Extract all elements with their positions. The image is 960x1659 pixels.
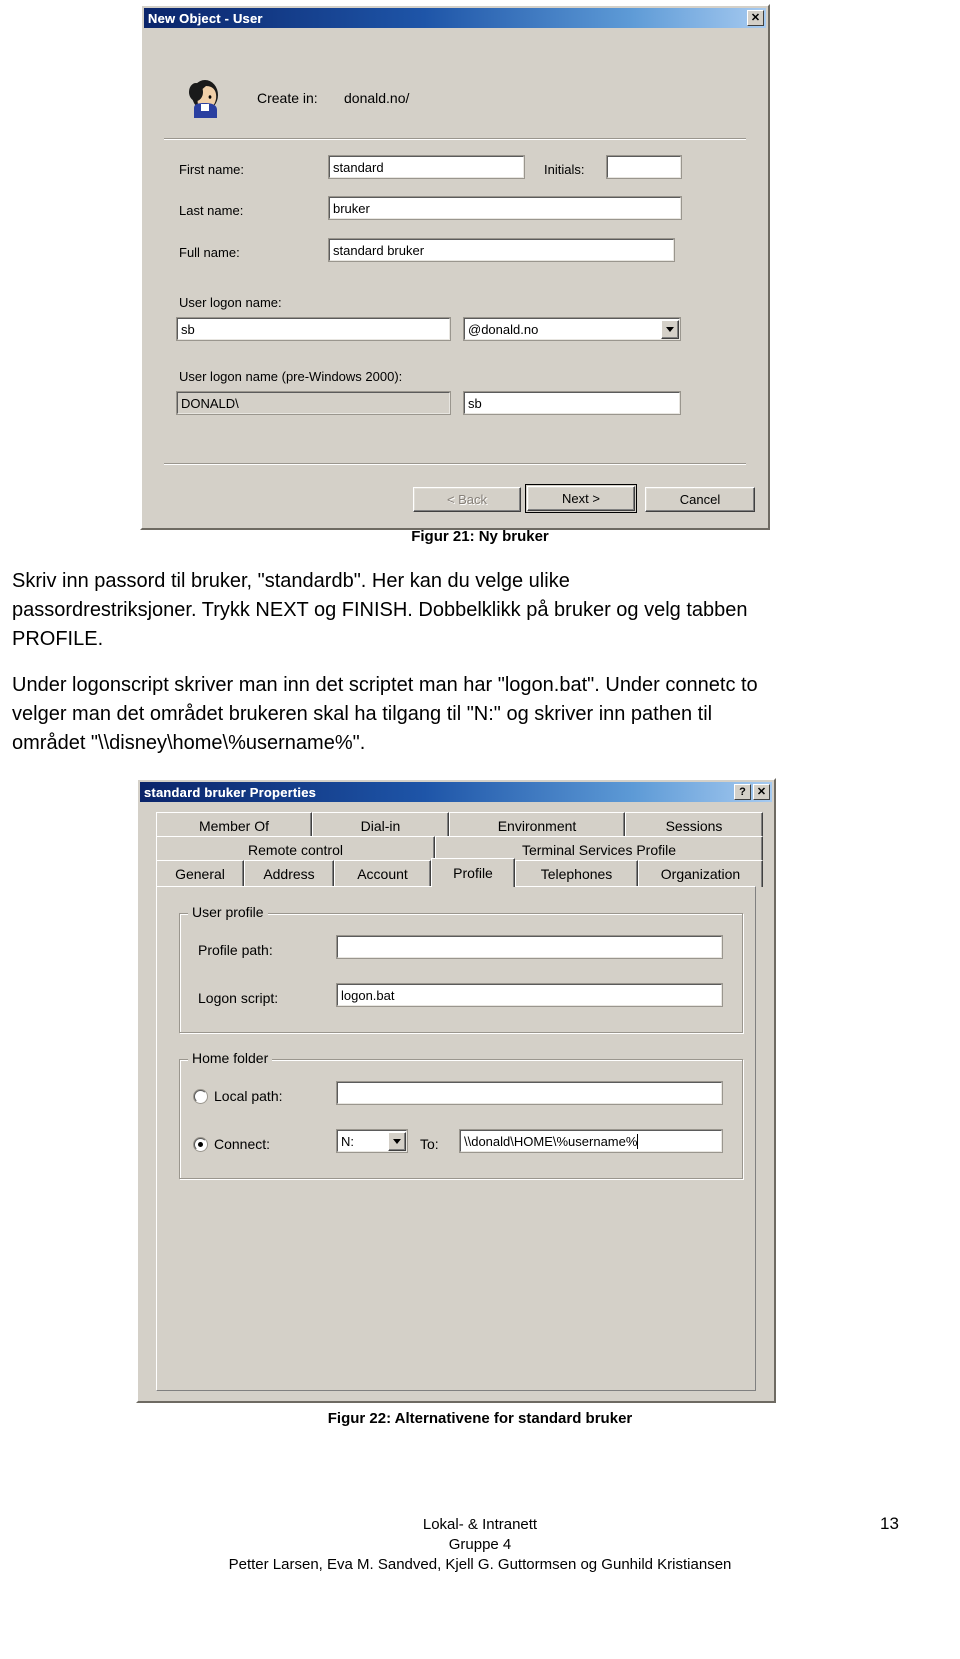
profile-tab-panel: User profile Profile path: Logon script:… (156, 886, 756, 1391)
connect-drive-value: N: (341, 1134, 354, 1149)
connect-drive-combo[interactable]: N: (336, 1129, 408, 1153)
radio-connect-icon[interactable] (194, 1137, 207, 1151)
fig1-title: New Object - User (148, 10, 263, 26)
paragraph1-line1: Skriv inn passord til bruker, "standardb… (12, 570, 570, 592)
divider-top (164, 138, 746, 140)
home-folder-to-input[interactable]: \\donald\HOME\%username% (459, 1129, 723, 1153)
last-name-label: Last name: (179, 203, 244, 218)
tab-address[interactable]: Address (244, 860, 334, 887)
user-profile-group: User profile Profile path: Logon script:… (179, 904, 743, 1033)
page-number: 13 (880, 1514, 899, 1533)
to-label: To: (420, 1136, 439, 1152)
tab-dial-in[interactable]: Dial-in (312, 812, 449, 839)
first-name-input[interactable]: standard (328, 155, 525, 179)
user-logon-name-input[interactable]: sb (176, 317, 451, 341)
full-name-input[interactable]: standard bruker (328, 238, 675, 262)
connect-radio-row[interactable]: Connect: (194, 1136, 270, 1152)
back-button[interactable]: < Back (413, 487, 521, 512)
fig2-titlebar[interactable]: standard bruker Properties ? ✕ (140, 782, 772, 802)
fig2-title: standard bruker Properties (144, 784, 317, 800)
home-folder-group: Home folder Local path: Connect: N: To: … (179, 1050, 743, 1179)
divider-bottom (164, 463, 746, 465)
radio-local-path-icon[interactable] (194, 1089, 207, 1103)
fig1-titlebar[interactable]: New Object - User ✕ (144, 8, 766, 28)
footer-line-1: Lokal- & Intranett (422, 1516, 538, 1533)
tab-sessions[interactable]: Sessions (625, 812, 763, 839)
figure2-caption: Figur 22: Alternativene for standard bru… (327, 1410, 633, 1427)
next-button[interactable]: Next > (525, 484, 637, 513)
tab-account[interactable]: Account (334, 860, 431, 887)
figure1-caption: Figur 21: Ny bruker (411, 528, 549, 545)
local-path-input[interactable] (336, 1081, 723, 1105)
paragraph1-line3: PROFILE. (12, 628, 104, 650)
local-path-label: Local path: (214, 1088, 283, 1104)
close-icon[interactable]: ✕ (753, 784, 770, 800)
user-profile-group-label: User profile (188, 904, 268, 920)
full-name-label: Full name: (179, 245, 240, 260)
footer-line-2: Gruppe 4 (448, 1536, 512, 1553)
footer-line-3: Petter Larsen, Eva M. Sandved, Kjell G. … (228, 1556, 732, 1573)
chevron-down-icon[interactable] (388, 1132, 406, 1151)
tab-member-of[interactable]: Member Of (156, 812, 312, 839)
tab-profile[interactable]: Profile (431, 858, 515, 887)
user-icon (186, 78, 224, 124)
domain-suffix-combo[interactable]: @donald.no (463, 317, 681, 341)
paragraph2-line3: området "\\disney\home\%username%". (12, 732, 366, 754)
tab-environment[interactable]: Environment (449, 812, 625, 839)
tab-telephones[interactable]: Telephones (515, 860, 638, 887)
chevron-down-icon[interactable] (661, 320, 679, 339)
text-cursor (637, 1134, 639, 1149)
profile-path-label: Profile path: (198, 942, 273, 958)
create-in-value: donald.no/ (344, 90, 410, 106)
fig1-body: Create in: donald.no/ First name: standa… (144, 30, 766, 526)
paragraph2-line2: velger man det området brukeren skal ha … (12, 703, 713, 725)
logon-script-label: Logon script: (198, 990, 279, 1006)
tab-organization[interactable]: Organization (638, 860, 763, 887)
local-path-radio-row[interactable]: Local path: (194, 1088, 283, 1104)
home-folder-to-value: \\donald\HOME\%username% (464, 1134, 638, 1149)
connect-label: Connect: (214, 1136, 271, 1152)
domain-suffix-value: @donald.no (468, 322, 539, 337)
profile-path-input[interactable] (336, 935, 723, 959)
paragraph2-line1: Under logonscript skriver man inn det sc… (12, 674, 758, 696)
cancel-button[interactable]: Cancel (645, 487, 755, 512)
pre2000-domain-input: DONALD\ (176, 391, 451, 415)
logon-script-input[interactable]: logon.bat (336, 983, 723, 1007)
pre2000-label: User logon name (pre-Windows 2000): (179, 369, 403, 384)
last-name-input[interactable]: bruker (328, 196, 682, 220)
paragraph1-line2: passordrestriksjoner. Trykk NEXT og FINI… (12, 599, 748, 621)
help-icon[interactable]: ? (734, 784, 751, 800)
user-logon-name-label: User logon name: (179, 295, 282, 310)
close-icon[interactable]: ✕ (747, 10, 764, 26)
initials-label: Initials: (544, 162, 585, 177)
new-object-user-dialog: New Object - User ✕ Create in: donald.no… (140, 4, 770, 530)
tab-general[interactable]: General (156, 860, 244, 887)
pre2000-logon-input[interactable]: sb (463, 391, 681, 415)
tab-remote-control[interactable]: Remote control (156, 836, 435, 863)
standard-bruker-properties-dialog: standard bruker Properties ? ✕ Member Of… (136, 778, 776, 1403)
create-in-label: Create in: (257, 90, 318, 106)
home-folder-group-label: Home folder (188, 1050, 273, 1066)
initials-input[interactable] (606, 155, 682, 179)
first-name-label: First name: (179, 162, 245, 177)
